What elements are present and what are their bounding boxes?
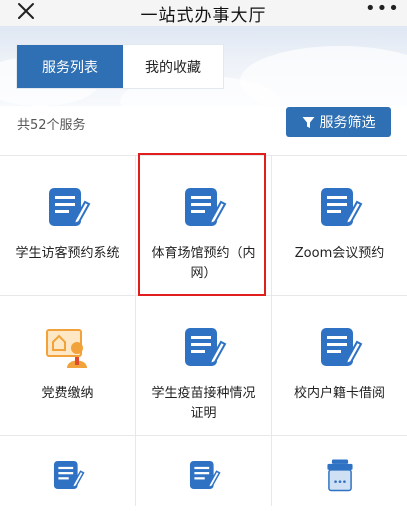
service-item[interactable] bbox=[0, 436, 136, 506]
tab-bar: 服务列表 我的收藏 bbox=[16, 44, 224, 89]
service-item[interactable]: 校内户籍卡借阅 bbox=[272, 296, 407, 435]
document-edit-icon bbox=[184, 328, 226, 366]
tab-my-favorites[interactable]: 我的收藏 bbox=[123, 45, 223, 88]
service-item-label: 校内户籍卡借阅 bbox=[293, 386, 385, 401]
tab-service-list[interactable]: 服务列表 bbox=[17, 45, 123, 88]
service-item[interactable]: 学生疫苗接种情况证明 bbox=[136, 296, 272, 435]
service-grid: 学生访客预约系统 体育场馆预约（内网） Zoom会议预约 党费缴纳 学生疫苗接种… bbox=[0, 155, 407, 506]
document-edit-icon bbox=[320, 328, 362, 366]
service-filter-button[interactable]: 服务筛选 bbox=[286, 107, 391, 137]
service-item[interactable]: Zoom会议预约 bbox=[272, 156, 407, 295]
service-item[interactable]: 学生访客预约系统 bbox=[0, 156, 136, 295]
page-title: 一站式办事大厅 bbox=[140, 6, 267, 26]
document-edit-icon bbox=[184, 188, 226, 226]
more-menu-button[interactable]: ••• bbox=[365, 0, 399, 22]
document-edit-icon bbox=[53, 460, 85, 490]
service-item-label: 体育场馆预约（内网） bbox=[151, 246, 256, 281]
filter-icon bbox=[302, 116, 314, 128]
service-item-label: Zoom会议预约 bbox=[294, 246, 385, 261]
service-item-label: 党费缴纳 bbox=[41, 386, 94, 401]
app-header: 一站式办事大厅 ••• bbox=[0, 0, 407, 26]
service-item[interactable] bbox=[272, 436, 407, 506]
service-item[interactable]: 体育场馆预约（内网） bbox=[136, 156, 272, 295]
service-item[interactable] bbox=[136, 436, 272, 506]
service-count: 共52个服务 bbox=[17, 118, 86, 133]
card-reader-icon bbox=[326, 459, 353, 492]
service-item-label: 学生疫苗接种情况证明 bbox=[151, 386, 256, 421]
service-item-label: 学生访客预约系统 bbox=[15, 246, 120, 261]
document-edit-icon bbox=[189, 460, 221, 490]
service-filter-label: 服务筛选 bbox=[319, 115, 376, 131]
document-edit-icon bbox=[48, 188, 90, 226]
service-item[interactable]: 党费缴纳 bbox=[0, 296, 136, 435]
document-edit-icon bbox=[320, 188, 362, 226]
party-fee-certificate-icon bbox=[45, 329, 87, 368]
